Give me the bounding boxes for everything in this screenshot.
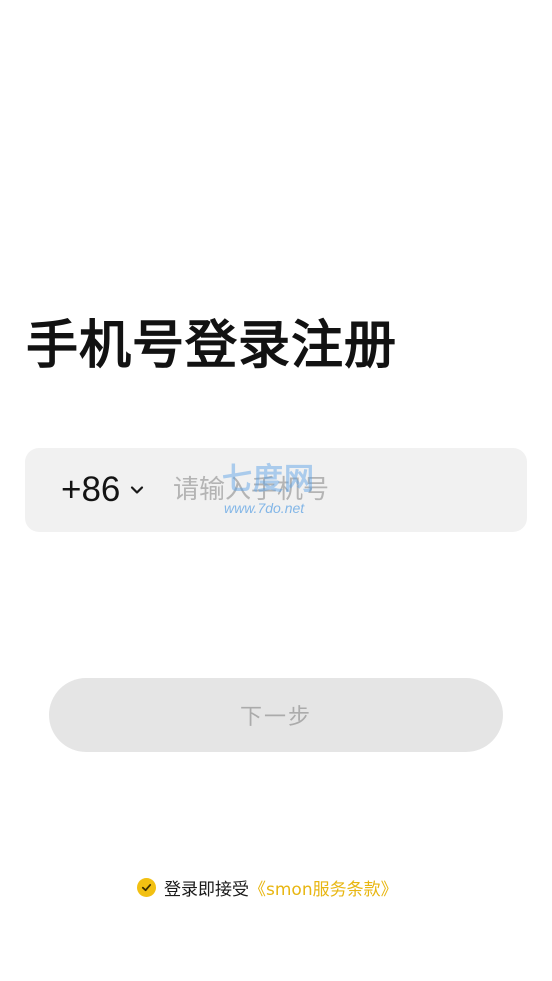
- country-code-selector[interactable]: +86: [61, 448, 146, 532]
- country-code-label: +86: [61, 470, 121, 509]
- next-step-button[interactable]: 下一步: [49, 678, 503, 752]
- agreement-row: 登录即接受 《smon服务条款》: [137, 873, 398, 901]
- page-title: 手机号登录注册: [26, 316, 398, 376]
- phone-number-input[interactable]: [173, 448, 503, 532]
- terms-link[interactable]: 《smon服务条款》: [249, 875, 398, 900]
- phone-input-container: +86: [25, 448, 527, 532]
- agreement-prefix: 登录即接受: [164, 879, 249, 900]
- check-icon[interactable]: [137, 877, 156, 897]
- chevron-down-icon: [128, 481, 146, 499]
